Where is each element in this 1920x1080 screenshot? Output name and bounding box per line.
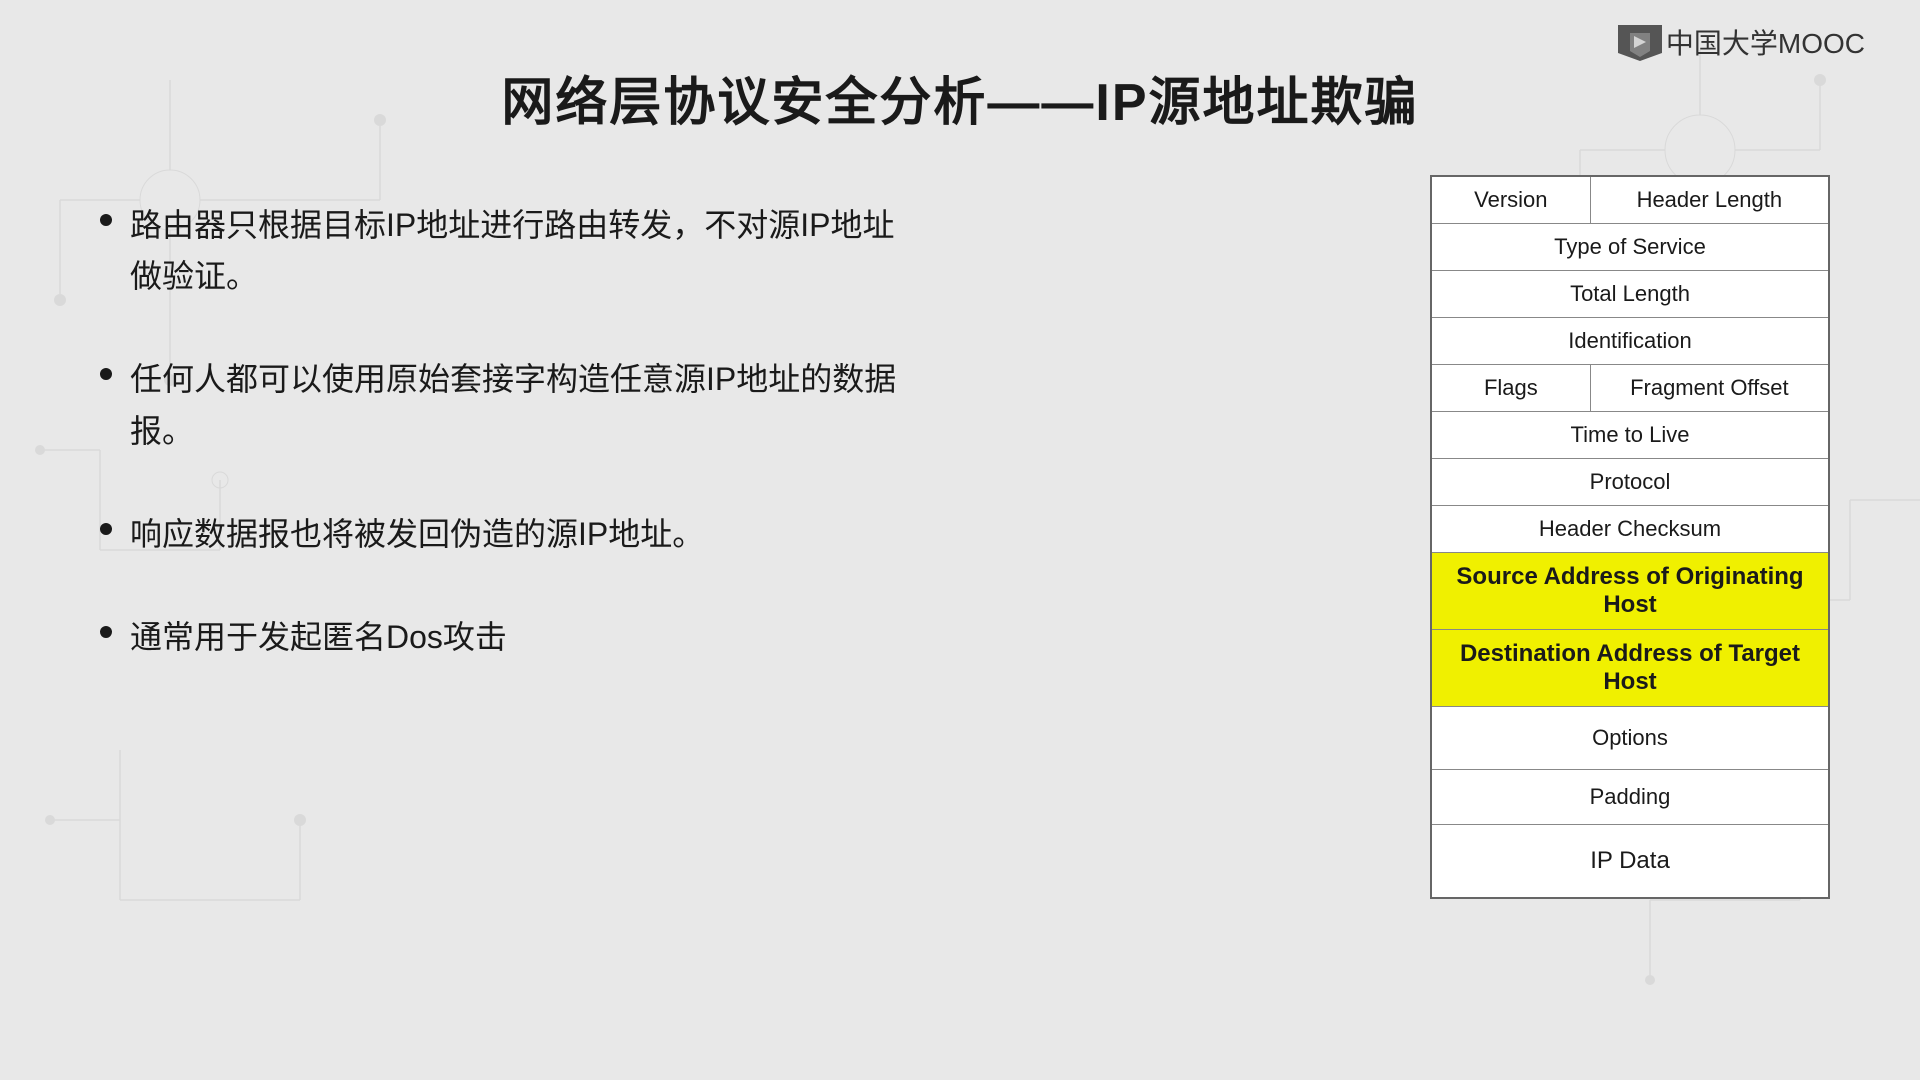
table-row-ip-data: IP Data	[1431, 825, 1829, 899]
cell-total-length: Total Length	[1431, 271, 1829, 318]
ip-header-table: Version Header Length Type of Service To…	[1430, 175, 1830, 899]
bullet-item-2: 任何人都可以使用原始套接字构造任意源IP地址的数据报。	[100, 354, 920, 456]
bullet-dot-2	[100, 368, 112, 380]
cell-source-address: Source Address of Originating Host	[1431, 553, 1829, 630]
table-row-source: Source Address of Originating Host	[1431, 553, 1829, 630]
table-row-padding: Padding	[1431, 770, 1829, 825]
logo-icon	[1614, 23, 1666, 61]
table-row-identification: Identification	[1431, 318, 1829, 365]
bullet-item-1: 路由器只根据目标IP地址进行路由转发，不对源IP地址做验证。	[100, 200, 920, 302]
cell-ip-data: IP Data	[1431, 825, 1829, 899]
bullet-dot-4	[100, 626, 112, 638]
table-row-version: Version Header Length	[1431, 176, 1829, 224]
page-title: 网络层协议安全分析——IP源地址欺骗	[0, 60, 1920, 135]
table-row-checksum: Header Checksum	[1431, 506, 1829, 553]
logo-text: 中国大学MOOC	[1666, 22, 1865, 62]
cell-fragment-offset: Fragment Offset	[1590, 365, 1829, 412]
cell-header-length: Header Length	[1590, 176, 1829, 224]
logo: 中国大学MOOC	[1614, 22, 1865, 62]
table-row-protocol: Protocol	[1431, 459, 1829, 506]
cell-tos: Type of Service	[1431, 224, 1829, 271]
bullet-text-4: 通常用于发起匿名Dos攻击	[130, 612, 920, 663]
cell-ttl: Time to Live	[1431, 412, 1829, 459]
left-content: 路由器只根据目标IP地址进行路由转发，不对源IP地址做验证。 任何人都可以使用原…	[100, 200, 920, 715]
cell-padding: Padding	[1431, 770, 1829, 825]
cell-protocol: Protocol	[1431, 459, 1829, 506]
bullet-text-3: 响应数据报也将被发回伪造的源IP地址。	[130, 509, 920, 560]
bullet-dot-3	[100, 523, 112, 535]
cell-version: Version	[1431, 176, 1590, 224]
table-row-flags: Flags Fragment Offset	[1431, 365, 1829, 412]
cell-options: Options	[1431, 707, 1829, 770]
bullet-dot-1	[100, 214, 112, 226]
table-row-total-length: Total Length	[1431, 271, 1829, 318]
table-row-ttl: Time to Live	[1431, 412, 1829, 459]
bullet-text-1: 路由器只根据目标IP地址进行路由转发，不对源IP地址做验证。	[130, 200, 920, 302]
bullet-item-4: 通常用于发起匿名Dos攻击	[100, 612, 920, 663]
table-row-tos: Type of Service	[1431, 224, 1829, 271]
cell-checksum: Header Checksum	[1431, 506, 1829, 553]
cell-identification: Identification	[1431, 318, 1829, 365]
cell-flags: Flags	[1431, 365, 1590, 412]
table-row-destination: Destination Address of Target Host	[1431, 630, 1829, 707]
bullet-text-2: 任何人都可以使用原始套接字构造任意源IP地址的数据报。	[130, 354, 920, 456]
cell-destination-address: Destination Address of Target Host	[1431, 630, 1829, 707]
ip-header-table-container: Version Header Length Type of Service To…	[1430, 175, 1830, 899]
bullet-item-3: 响应数据报也将被发回伪造的源IP地址。	[100, 509, 920, 560]
table-row-options: Options	[1431, 707, 1829, 770]
